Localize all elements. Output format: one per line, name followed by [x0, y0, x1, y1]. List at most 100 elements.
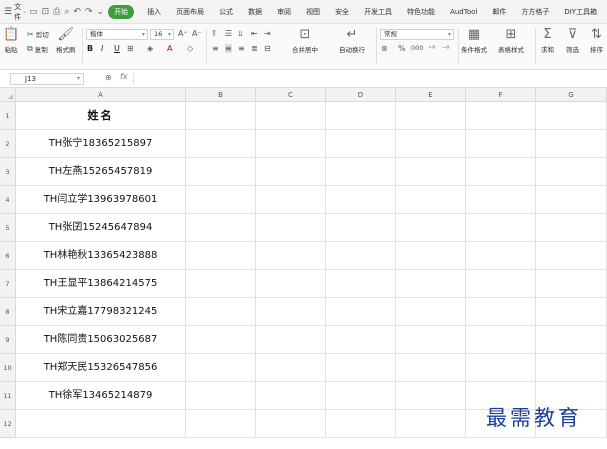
justify-icon[interactable]: ≣	[251, 44, 258, 53]
zoom-icon[interactable]: ⊕	[105, 73, 112, 82]
print-preview-icon[interactable]: ⌕	[64, 7, 69, 17]
empty-cell[interactable]	[186, 214, 256, 242]
copy-button[interactable]: ⧉ 复制	[27, 44, 48, 54]
empty-cell[interactable]	[396, 382, 466, 410]
table-cell[interactable]: TH闫立学13963978601	[16, 186, 186, 214]
empty-cell[interactable]	[186, 130, 256, 158]
table-cell[interactable]: TH王显平13864214575	[16, 270, 186, 298]
column-header-f[interactable]: F	[466, 88, 536, 102]
borders-icon[interactable]: ⊞	[127, 44, 134, 53]
row-header[interactable]: 4	[0, 186, 16, 214]
undo-icon[interactable]: ↶	[73, 7, 81, 17]
tab-diy-toolbox[interactable]: DIY工具箱	[564, 7, 597, 17]
empty-cell[interactable]	[466, 214, 536, 242]
empty-cell[interactable]	[536, 242, 607, 270]
align-center-icon[interactable]: ≡	[225, 44, 232, 53]
row-header[interactable]: 8	[0, 298, 16, 326]
sum-button[interactable]: Σ 求和	[541, 28, 554, 55]
empty-cell[interactable]	[466, 102, 536, 130]
table-style-button[interactable]: ⊞ 表格样式	[498, 28, 524, 55]
column-header-e[interactable]: E	[396, 88, 466, 102]
empty-cell[interactable]	[396, 186, 466, 214]
empty-cell[interactable]	[536, 102, 607, 130]
empty-cell[interactable]	[396, 242, 466, 270]
name-box[interactable]: J13 ▾	[10, 73, 84, 85]
table-cell[interactable]: TH宋立嘉17798321245	[16, 298, 186, 326]
empty-cell[interactable]	[466, 186, 536, 214]
empty-cell[interactable]	[186, 102, 256, 130]
empty-cell[interactable]	[256, 102, 326, 130]
tab-security[interactable]: 安全	[335, 7, 349, 17]
table-cell[interactable]: TH张囝15245647894	[16, 214, 186, 242]
row-header[interactable]: 1	[0, 102, 16, 130]
empty-cell[interactable]	[326, 186, 396, 214]
underline-button[interactable]: U	[114, 44, 120, 53]
distribute-icon[interactable]: ⊟	[264, 44, 271, 53]
save-icon[interactable]: ⊡	[42, 7, 50, 17]
percent-button[interactable]: %	[398, 44, 406, 53]
customize-icon[interactable]: ⌄	[97, 7, 105, 17]
cell-a1-header[interactable]: 姓名	[16, 102, 186, 130]
cut-button[interactable]: ✂ 剪切	[27, 29, 49, 40]
empty-cell[interactable]	[396, 410, 466, 438]
empty-cell[interactable]	[536, 158, 607, 186]
empty-cell[interactable]	[326, 326, 396, 354]
row-header[interactable]: 9	[0, 326, 16, 354]
empty-cell[interactable]	[186, 270, 256, 298]
empty-cell[interactable]	[256, 382, 326, 410]
font-size-select[interactable]: 16 ▾	[150, 29, 174, 40]
tab-mail[interactable]: 邮件	[492, 7, 506, 17]
indent-decrease-icon[interactable]: ⇤	[251, 29, 258, 38]
row-header[interactable]: 7	[0, 270, 16, 298]
empty-cell[interactable]	[396, 326, 466, 354]
table-cell[interactable]: TH林艳秋13365423888	[16, 242, 186, 270]
column-header-c[interactable]: C	[256, 88, 326, 102]
tab-special-features[interactable]: 特色功能	[407, 7, 435, 17]
empty-cell[interactable]	[466, 298, 536, 326]
empty-cell[interactable]	[326, 298, 396, 326]
table-cell[interactable]: TH徐军13465214879	[16, 382, 186, 410]
empty-cell[interactable]	[466, 326, 536, 354]
tab-review[interactable]: 审阅	[277, 7, 291, 17]
tab-developer[interactable]: 开发工具	[364, 7, 392, 17]
align-left-icon[interactable]: ≡	[212, 44, 219, 53]
tab-fangfang[interactable]: 方方格子	[521, 7, 549, 17]
empty-cell[interactable]	[396, 130, 466, 158]
indent-increase-icon[interactable]: ⇥	[264, 29, 271, 38]
empty-cell[interactable]	[326, 382, 396, 410]
align-middle-icon[interactable]: ☰	[225, 29, 232, 38]
empty-cell[interactable]	[186, 382, 256, 410]
empty-cell[interactable]	[186, 158, 256, 186]
empty-cell[interactable]	[466, 354, 536, 382]
empty-cell[interactable]	[536, 130, 607, 158]
filter-button[interactable]: ⊽ 筛选	[566, 28, 579, 55]
number-format-select[interactable]: 常规 ▾	[380, 29, 454, 40]
row-header[interactable]: 2	[0, 130, 16, 158]
row-header[interactable]: 5	[0, 214, 16, 242]
empty-cell[interactable]	[186, 410, 256, 438]
empty-cell[interactable]	[256, 186, 326, 214]
paste-button[interactable]: 📋 粘贴	[3, 28, 19, 55]
empty-cell[interactable]	[396, 102, 466, 130]
column-header-d[interactable]: D	[326, 88, 396, 102]
bold-button[interactable]: B	[87, 44, 93, 53]
font-color-icon[interactable]: A	[167, 44, 172, 53]
empty-cell[interactable]	[326, 354, 396, 382]
empty-cell[interactable]	[466, 158, 536, 186]
empty-cell[interactable]	[536, 270, 607, 298]
row-header[interactable]: 6	[0, 242, 16, 270]
empty-cell[interactable]	[256, 130, 326, 158]
empty-cell[interactable]	[326, 130, 396, 158]
conditional-format-button[interactable]: ▦ 条件格式	[461, 28, 487, 55]
empty-cell[interactable]	[256, 326, 326, 354]
table-cell[interactable]: TH郑天民15326547856	[16, 354, 186, 382]
empty-cell[interactable]	[186, 326, 256, 354]
align-right-icon[interactable]: ≡	[238, 44, 245, 53]
empty-cell[interactable]	[396, 354, 466, 382]
empty-cell[interactable]	[536, 186, 607, 214]
empty-cell[interactable]	[396, 270, 466, 298]
increase-decimal-icon[interactable]: ⁺⁰	[428, 44, 435, 53]
empty-cell[interactable]	[186, 298, 256, 326]
empty-cell[interactable]	[186, 354, 256, 382]
empty-cell[interactable]	[326, 410, 396, 438]
